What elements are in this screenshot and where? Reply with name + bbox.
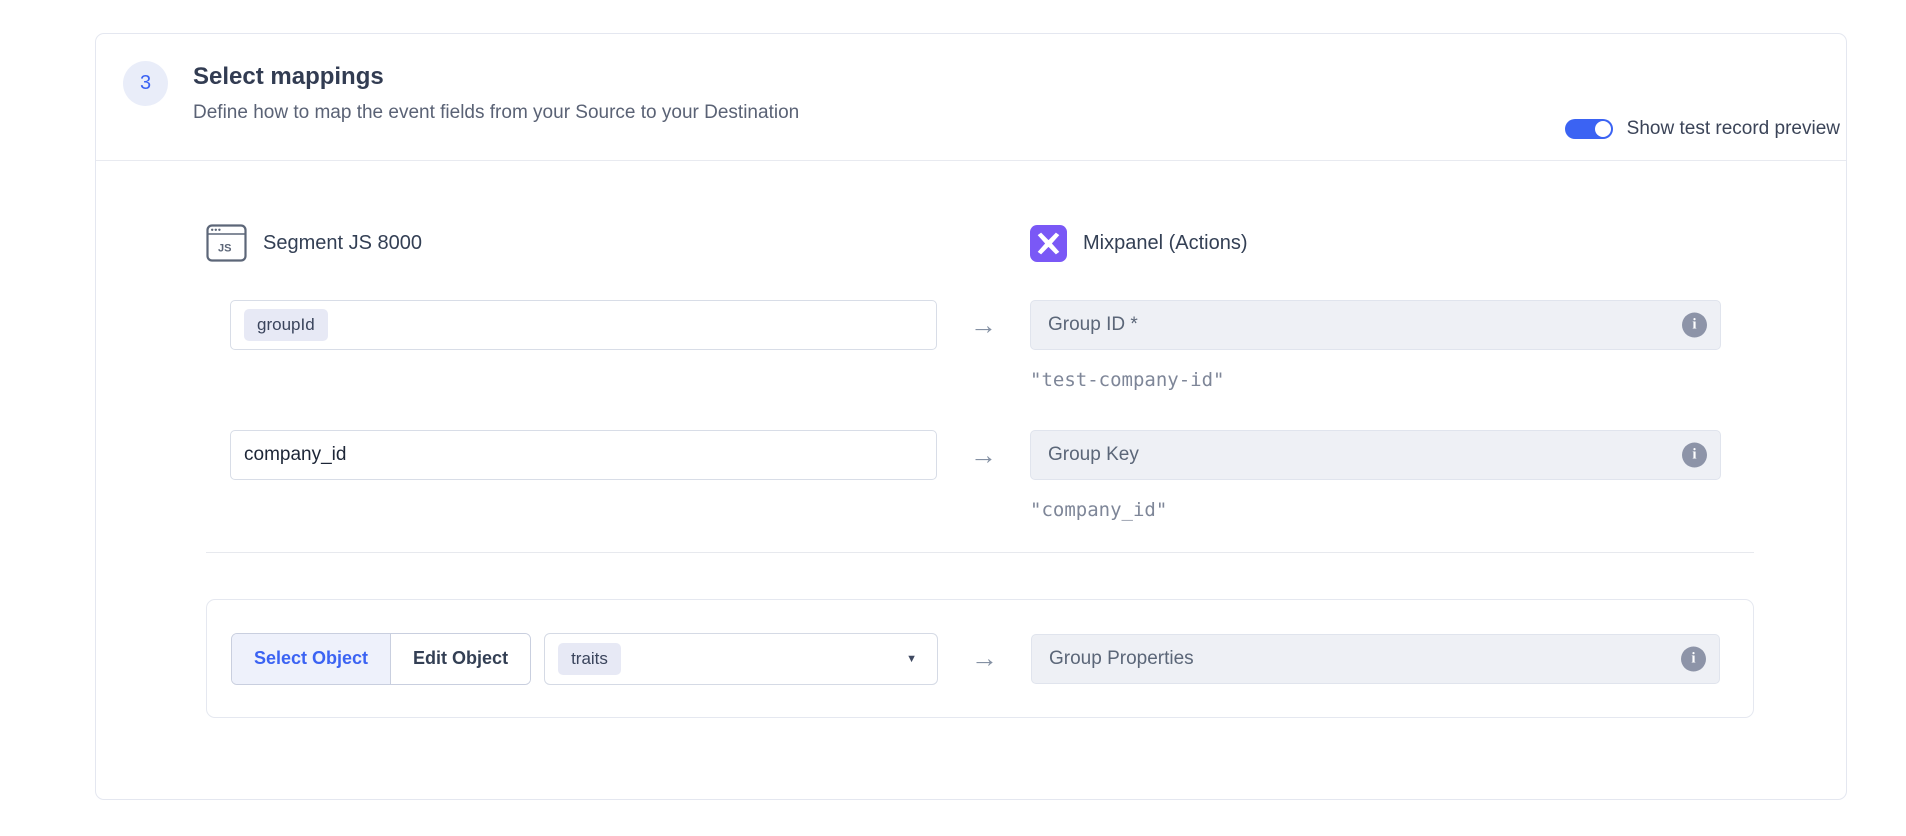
mapping-row: groupId → Group ID * i: [206, 300, 1754, 350]
browser-window-js-icon: JS: [206, 224, 247, 262]
source-field-chip[interactable]: groupId: [244, 309, 328, 341]
mixpanel-icon: [1030, 225, 1067, 262]
destination-title: Mixpanel (Actions): [1083, 232, 1248, 255]
info-icon[interactable]: i: [1682, 313, 1707, 338]
destination-field-label: Group Properties: [1049, 648, 1194, 670]
show-test-record-toggle[interactable]: [1565, 119, 1613, 139]
arrow-right-icon: →: [970, 312, 997, 339]
destination-field: Group ID * i: [1030, 300, 1721, 350]
destination-column-header: Mixpanel (Actions): [1030, 225, 1754, 262]
page-title: Select mappings: [193, 63, 799, 91]
step-number-badge: 3: [123, 61, 168, 106]
arrow-right-icon: →: [970, 442, 997, 469]
test-record-toggle-row: Show test record preview: [1565, 118, 1840, 140]
section-divider: [206, 552, 1754, 553]
mappings-content: JS Segment JS 8000 Mixpanel (Actions): [206, 160, 1754, 718]
edit-object-button[interactable]: Edit Object: [391, 634, 530, 684]
svg-text:JS: JS: [218, 243, 231, 255]
object-field-dropdown[interactable]: traits ▼: [544, 633, 938, 685]
info-icon[interactable]: i: [1682, 443, 1707, 468]
info-icon[interactable]: i: [1681, 646, 1706, 671]
destination-field-label: Group Key: [1048, 444, 1139, 466]
page-subtitle: Define how to map the event fields from …: [193, 102, 799, 124]
dropdown-selected-chip: traits: [558, 643, 621, 675]
arrow-right-icon: →: [971, 645, 998, 672]
source-field-value: company_id: [244, 444, 346, 466]
preview-row: "company_id": [206, 498, 1754, 522]
preview-row: "test-company-id": [206, 368, 1754, 392]
toggle-label: Show test record preview: [1627, 118, 1840, 140]
source-column-header: JS Segment JS 8000: [206, 224, 937, 262]
source-field-input[interactable]: groupId: [230, 300, 937, 350]
test-record-preview-value: "company_id": [1030, 498, 1754, 522]
source-field-input[interactable]: company_id: [230, 430, 937, 480]
mapping-row: company_id → Group Key i: [206, 430, 1754, 480]
source-title: Segment JS 8000: [263, 232, 422, 255]
test-record-preview-value: "test-company-id": [1030, 368, 1754, 392]
destination-field: Group Key i: [1030, 430, 1721, 480]
destination-field-label: Group ID *: [1048, 314, 1138, 336]
select-object-button[interactable]: Select Object: [232, 634, 391, 684]
toggle-knob: [1595, 121, 1611, 137]
select-mappings-card: 3 Select mappings Define how to map the …: [95, 33, 1847, 800]
card-header: 3 Select mappings Define how to map the …: [96, 34, 1846, 161]
column-headers: JS Segment JS 8000 Mixpanel (Actions): [206, 224, 1754, 262]
object-mapping-section: Select Object Edit Object traits ▼ → Gro…: [206, 599, 1754, 718]
caret-down-icon: ▼: [906, 653, 917, 665]
object-mode-button-group: Select Object Edit Object: [231, 633, 531, 685]
destination-field: Group Properties i: [1031, 634, 1720, 684]
